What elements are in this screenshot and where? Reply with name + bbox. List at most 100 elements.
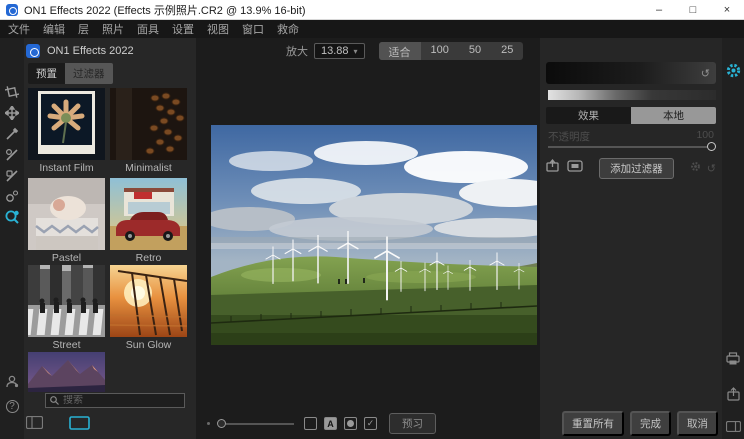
preset-tabs: 预置 过滤器 — [28, 63, 113, 84]
done-button[interactable]: 完成 — [630, 411, 671, 436]
minimize-button[interactable]: – — [642, 0, 676, 20]
text-overlay-icon[interactable]: A — [324, 417, 337, 430]
chevron-down-icon: ▾ — [354, 47, 358, 56]
tab-filters[interactable]: 过滤器 — [65, 63, 113, 84]
compare-slider-track[interactable] — [226, 423, 294, 425]
help-icon[interactable]: ? — [4, 398, 20, 414]
zoom-25-button[interactable]: 25 — [491, 42, 523, 60]
menu-edit[interactable]: 编辑 — [43, 21, 65, 37]
opacity-slider-knob[interactable] — [707, 142, 716, 151]
bottom-bar: A ✓ 预习 重置所有 完成 取消 — [196, 408, 744, 439]
menu-settings[interactable]: 设置 — [172, 21, 194, 37]
menu-view[interactable]: 视图 — [207, 21, 229, 37]
view-zoom-tool-icon[interactable] — [4, 209, 20, 225]
masking-bug-icon[interactable] — [4, 168, 20, 184]
preset-thumbnail — [28, 178, 105, 250]
preset-minimalist[interactable]: Minimalist — [110, 88, 187, 174]
preset-mountain[interactable] — [28, 352, 105, 392]
preset-label: Street — [28, 339, 105, 351]
menu-mask[interactable]: 面具 — [137, 21, 159, 37]
maximize-button[interactable]: □ — [676, 0, 710, 20]
preset-label: Minimalist — [110, 162, 187, 174]
zoom-toolbar: 放大 13.88 ▾ 适合 100 50 25 — [286, 42, 523, 60]
masking-gradient-box[interactable]: ↺ — [546, 62, 716, 84]
preset-panel: ON1 Effects 2022 预置 过滤器 — [24, 38, 196, 439]
export-icon[interactable] — [725, 386, 741, 402]
reset-icon[interactable]: ↺ — [701, 67, 710, 80]
menu-window[interactable]: 窗口 — [242, 21, 264, 37]
preset-thumbnail — [28, 352, 105, 392]
titlebar: ON1 Effects 2022 (Effects 示例照片.CR2 @ 13.… — [0, 0, 744, 20]
reset-all-button[interactable]: 重置所有 — [562, 411, 624, 436]
softproof-icon[interactable] — [304, 417, 317, 430]
save-preset-icon[interactable] — [546, 159, 559, 177]
zoom-select[interactable]: 13.88 ▾ — [314, 43, 365, 59]
preset-label: Sun Glow — [110, 339, 187, 351]
zoom-value: 13.88 — [321, 45, 349, 57]
thumbnail-view-icon[interactable] — [69, 416, 90, 435]
opacity-label: 不透明度 — [548, 129, 590, 144]
filter-reset-icon[interactable]: ↺ — [707, 162, 716, 175]
on1-logo-icon — [26, 44, 40, 58]
photo-preview[interactable] — [211, 125, 537, 345]
menu-layer[interactable]: 层 — [78, 21, 89, 37]
effects-module-icon[interactable] — [725, 62, 741, 78]
blemish-tool-icon[interactable] — [4, 188, 20, 204]
filmstrip-view-icon[interactable] — [26, 416, 43, 434]
printer-icon[interactable] — [725, 350, 741, 366]
zoom-100-button[interactable]: 100 — [421, 42, 459, 60]
zoom-50-button[interactable]: 50 — [459, 42, 491, 60]
crop-tool-icon[interactable] — [4, 84, 20, 100]
tab-effects[interactable]: 效果 — [546, 107, 631, 124]
paint-tool-icon[interactable] — [4, 126, 20, 142]
mask-preview-icon[interactable] — [344, 417, 357, 430]
preset-thumbnail — [28, 265, 105, 337]
app-icon — [6, 4, 18, 16]
search-box — [45, 393, 185, 408]
mask-view-icon[interactable] — [567, 159, 583, 177]
menu-help[interactable]: 救命 — [277, 21, 299, 37]
preset-pastel[interactable]: Pastel — [28, 178, 105, 264]
effects-panel: ↺ 效果 本地 不透明度 100 添加过滤器 — [540, 38, 722, 439]
preset-label: Retro — [110, 252, 187, 264]
preview-button[interactable]: 预习 — [389, 413, 436, 434]
preset-street[interactable]: Street — [28, 265, 105, 351]
preset-sun-glow[interactable]: Sun Glow — [110, 265, 187, 351]
search-icon — [50, 396, 59, 405]
fit-button[interactable]: 适合 — [379, 42, 421, 60]
tool-column: ? — [0, 38, 24, 439]
opacity-slider[interactable] — [548, 146, 714, 148]
preset-instant-film[interactable]: Instant Film — [28, 88, 105, 174]
move-tool-icon[interactable] — [4, 105, 20, 121]
menu-photo[interactable]: 照片 — [102, 21, 124, 37]
effects-local-tabs: 效果 本地 — [546, 107, 716, 124]
preset-label: Instant Film — [28, 162, 105, 174]
zoom-label: 放大 — [286, 43, 308, 59]
menu-file[interactable]: 文件 — [8, 21, 30, 37]
zoom-presets: 适合 100 50 25 — [379, 42, 524, 60]
preview-check-icon[interactable]: ✓ — [364, 417, 377, 430]
preset-thumbnail — [110, 265, 187, 337]
luminosity-gradient-bar — [548, 90, 716, 100]
search-input[interactable] — [63, 395, 173, 406]
gear-icon[interactable] — [690, 161, 701, 175]
tab-local[interactable]: 本地 — [631, 107, 716, 124]
close-button[interactable]: × — [710, 0, 744, 20]
preset-thumbnail — [28, 88, 105, 160]
preset-thumbnail — [110, 178, 187, 250]
masking-brush-icon[interactable] — [4, 147, 20, 163]
preset-retro[interactable]: Retro — [110, 178, 187, 264]
account-icon[interactable] — [4, 373, 20, 389]
module-column — [722, 38, 744, 439]
window-title: ON1 Effects 2022 (Effects 示例照片.CR2 @ 13.… — [24, 2, 306, 18]
menu-bar: 文件 编辑 层 照片 面具 设置 视图 窗口 救命 — [0, 20, 744, 38]
cancel-button[interactable]: 取消 — [677, 411, 718, 436]
compare-dot-icon — [207, 422, 210, 425]
app-window: ON1 Effects 2022 (Effects 示例照片.CR2 @ 13.… — [0, 0, 744, 439]
tab-presets[interactable]: 预置 — [28, 63, 65, 84]
panel-title: ON1 Effects 2022 — [47, 45, 134, 57]
preset-label: Pastel — [28, 252, 105, 264]
preset-thumbnail — [110, 88, 187, 160]
compare-slider-knob[interactable] — [217, 419, 226, 428]
add-filter-button[interactable]: 添加过滤器 — [599, 158, 674, 179]
